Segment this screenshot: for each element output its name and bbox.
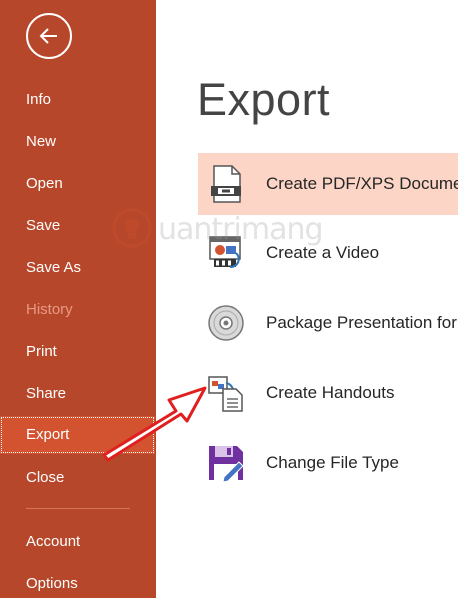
option-package-presentation[interactable]: Package Presentation for: [198, 292, 458, 354]
handouts-icon: [208, 376, 243, 412]
page-title: Export: [197, 74, 331, 125]
option-change-file-type[interactable]: Change File Type: [198, 432, 458, 494]
nav-item-options[interactable]: Options: [0, 567, 156, 598]
nav-item-info[interactable]: Info: [0, 83, 156, 117]
sidebar-divider: [26, 508, 130, 509]
option-label: Package Presentation for: [266, 313, 457, 332]
floppy-disk-icon: [209, 446, 244, 483]
watermark: uantrimang: [112, 208, 342, 252]
back-button[interactable]: [26, 13, 72, 59]
cd-disc-icon: [208, 305, 244, 341]
back-arrow-icon: [39, 28, 57, 44]
nav-item-share[interactable]: Share: [0, 377, 156, 411]
nav-item-new[interactable]: New: [0, 125, 156, 159]
option-label: Change File Type: [266, 453, 399, 472]
backstage-sidebar: Info New Open Save Save As History Print…: [0, 0, 156, 598]
option-create-pdf[interactable]: Create PDF/XPS Docume: [198, 153, 458, 215]
pdf-document-icon: [211, 165, 241, 203]
lightbulb-icon: [112, 208, 152, 248]
nav-item-export[interactable]: Export: [0, 416, 155, 454]
nav-item-account[interactable]: Account: [0, 525, 156, 559]
nav-item-print[interactable]: Print: [0, 335, 156, 369]
nav-item-open[interactable]: Open: [0, 167, 156, 201]
nav-item-save-as[interactable]: Save As: [0, 251, 156, 285]
nav-item-close[interactable]: Close: [0, 461, 156, 495]
export-panel: Export Create PDF/XPS Docume Create a Vi…: [156, 0, 458, 598]
nav-item-history: History: [26, 301, 73, 318]
option-label: Create PDF/XPS Docume: [266, 174, 458, 193]
option-label: Create Handouts: [266, 383, 395, 402]
watermark-text: uantrimang: [158, 212, 324, 247]
option-create-handouts[interactable]: Create Handouts: [198, 362, 458, 424]
